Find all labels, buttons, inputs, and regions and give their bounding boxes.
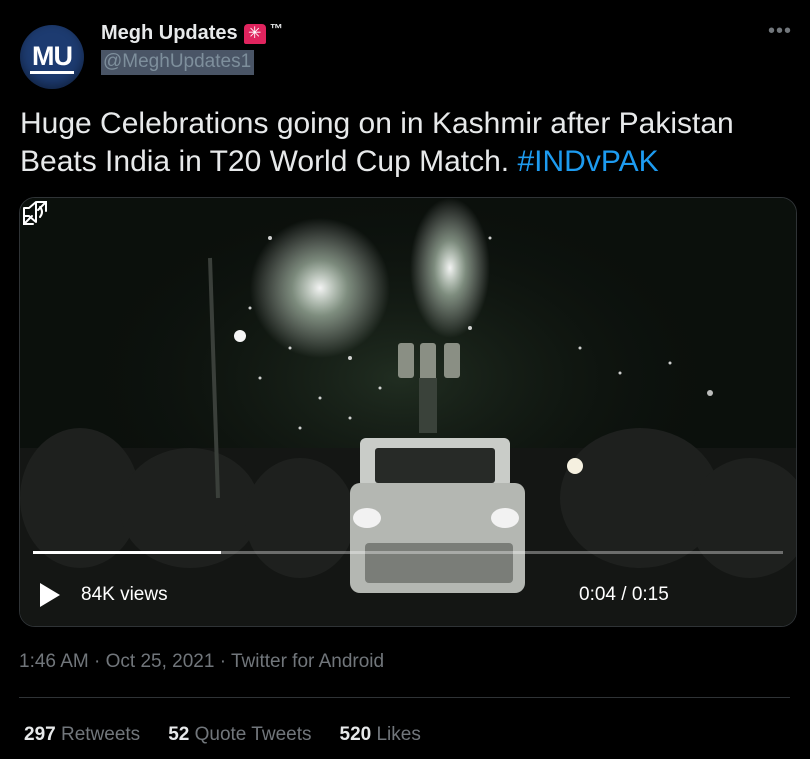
video-player[interactable]: 84K views 0:04 / 0:15	[19, 197, 797, 627]
video-progress-bar[interactable]	[33, 551, 783, 554]
more-icon[interactable]: •••	[768, 20, 792, 43]
avatar[interactable]: MU	[20, 25, 84, 89]
expand-icon[interactable]	[20, 198, 50, 228]
video-frame	[20, 198, 796, 626]
tweet-stats: 297 Retweets 52 Quote Tweets 520 Likes	[24, 722, 421, 748]
tweet-source[interactable]: Twitter for Android	[231, 651, 384, 672]
avatar-text: MU	[30, 41, 74, 74]
display-name[interactable]: Megh Updates	[101, 22, 238, 45]
tweet-date[interactable]: Oct 25, 2021	[106, 651, 215, 672]
stat-retweets[interactable]: 297 Retweets	[24, 722, 140, 748]
video-time: 0:04 / 0:15	[579, 584, 669, 605]
stat-count: 297	[24, 724, 56, 745]
meta-separator: ·	[219, 651, 227, 672]
tweet-meta: 1:46 AM · Oct 25, 2021 · Twitter for And…	[19, 650, 384, 674]
view-count: 84K views	[81, 584, 168, 605]
play-icon[interactable]	[40, 583, 60, 607]
stat-label: Quote Tweets	[194, 724, 312, 745]
stat-count: 520	[339, 724, 372, 745]
stat-label: Retweets	[60, 724, 141, 745]
stat-quote-tweets[interactable]: 52 Quote Tweets	[168, 722, 311, 748]
tweet-time[interactable]: 1:46 AM	[19, 651, 89, 672]
hashtag-link[interactable]: #INDvPAK	[517, 145, 658, 178]
stat-count: 52	[168, 724, 190, 745]
video-progress-fill	[33, 551, 221, 554]
author-handle[interactable]: @MeghUpdates1	[101, 50, 255, 75]
stat-label: Likes	[376, 724, 421, 745]
divider	[19, 697, 790, 698]
siren-icon: ✳	[243, 23, 266, 44]
trademark: ™	[269, 21, 283, 36]
stat-likes[interactable]: 520 Likes	[340, 722, 421, 748]
author-name-row: Megh Updates ✳ ™	[101, 21, 283, 45]
tweet-text: Huge Celebrations going on in Kashmir af…	[20, 105, 790, 181]
meta-separator: ·	[94, 651, 101, 672]
